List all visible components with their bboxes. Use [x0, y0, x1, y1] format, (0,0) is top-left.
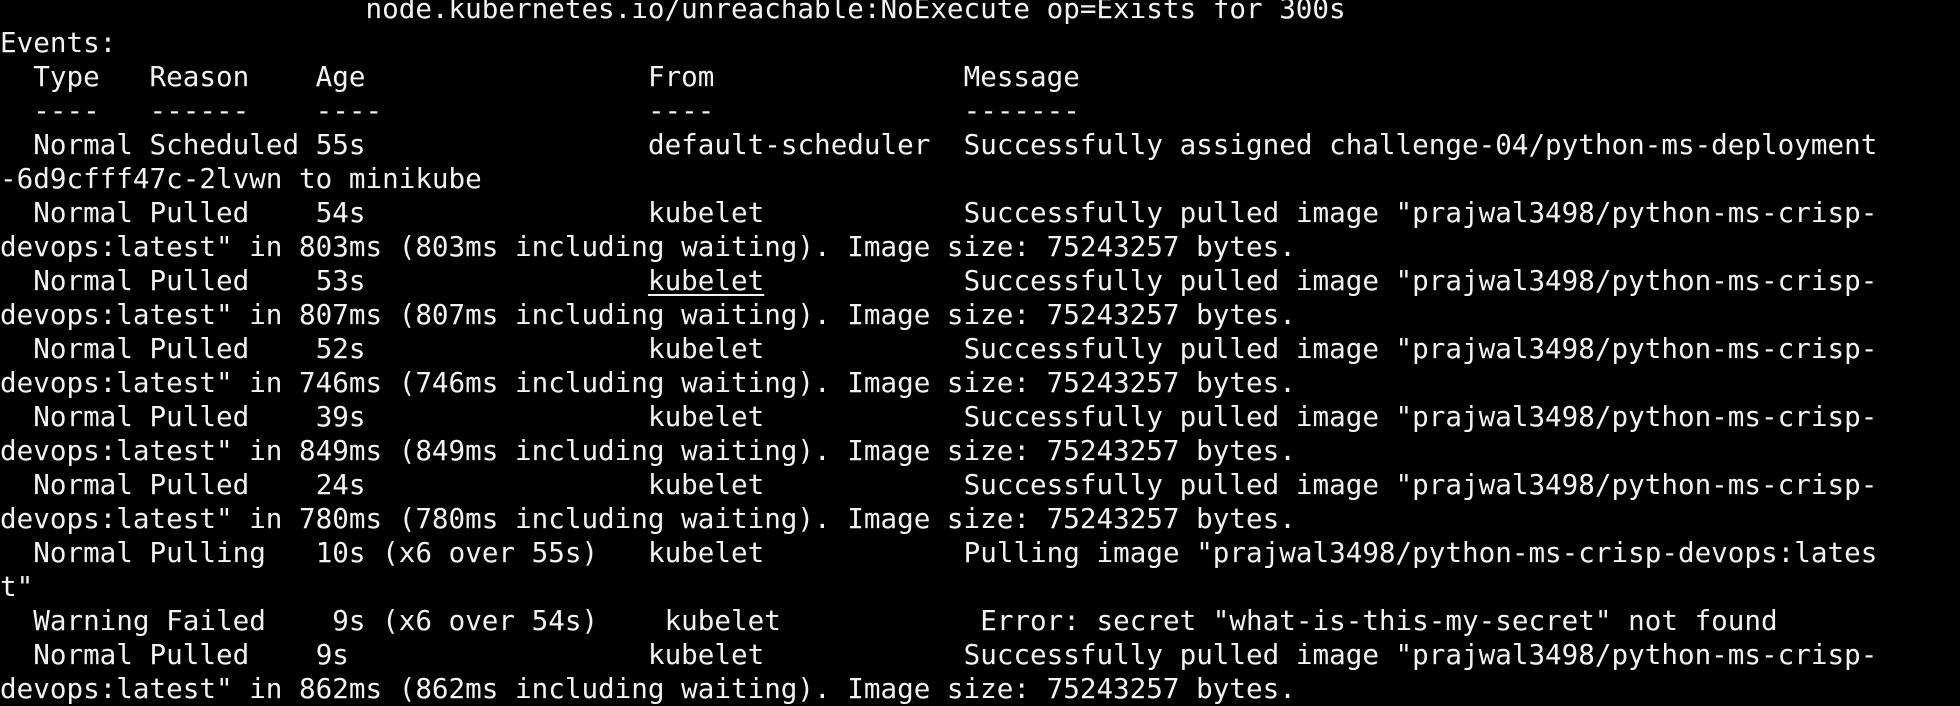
events-heading: Events:: [0, 26, 1960, 60]
event-message: Successfully pulled image "prajwal3498/p…: [963, 196, 1878, 229]
event-message: Successfully pulled image "prajwal3498/p…: [963, 468, 1878, 501]
event-type: Normal: [33, 400, 133, 433]
event-age: 24s: [315, 468, 366, 501]
event-message-continued: devops:latest" in 849ms (849ms including…: [0, 434, 1296, 467]
event-message-continued: devops:latest" in 803ms (803ms including…: [0, 230, 1296, 263]
event-type: Normal: [33, 264, 133, 297]
event-from: default-scheduler: [647, 128, 931, 161]
event-type: Warning: [33, 604, 150, 637]
event-reason: Pulled: [149, 332, 250, 365]
event-type: Normal: [33, 638, 133, 671]
event-reason: Pulled: [149, 400, 250, 433]
event-from: kubelet: [647, 638, 765, 671]
event-reason: Pulled: [149, 638, 250, 671]
event-reason: Failed: [166, 604, 266, 637]
event-age: 53s: [315, 264, 366, 297]
event-reason: Pulled: [149, 264, 250, 297]
event-row: Normal Pulled 24s kubelet Successfully p…: [0, 468, 1960, 502]
event-reason: Pulled: [149, 196, 250, 229]
event-row: Normal Pulled 53s kubelet Successfully p…: [0, 264, 1960, 298]
toleration-line: node.kubernetes.io/unreachable:NoExecute…: [0, 0, 1960, 26]
event-message-continued: t": [0, 570, 34, 603]
event-age: 9s (x6 over 54s): [332, 604, 599, 637]
event-message: Successfully pulled image "prajwal3498/p…: [963, 264, 1878, 297]
event-reason: Scheduled: [149, 128, 300, 161]
event-row-wrap: -6d9cfff47c-2lvwn to minikube: [0, 162, 1960, 196]
event-row-wrap: devops:latest" in 862ms (862ms including…: [0, 672, 1960, 706]
event-age: 10s (x6 over 55s): [315, 536, 599, 569]
events-header-message: Message: [963, 60, 1080, 93]
events-separator-message: -------: [963, 94, 1080, 127]
events-separator-age: ----: [315, 94, 383, 127]
event-row: Normal Scheduled 55s default-scheduler S…: [0, 128, 1960, 162]
event-age: 52s: [315, 332, 366, 365]
terminal-output[interactable]: node.kubernetes.io/unreachable:NoExecute…: [0, 0, 1960, 706]
event-message: Successfully assigned challenge-04/pytho…: [963, 128, 1878, 161]
event-row: Normal Pulling 10s (x6 over 55s) kubelet…: [0, 536, 1960, 570]
events-label: Events:: [0, 26, 117, 59]
event-row: Normal Pulled 9s kubelet Successfully pu…: [0, 638, 1960, 672]
event-message: Successfully pulled image "prajwal3498/p…: [963, 400, 1878, 433]
event-age: 55s: [315, 128, 366, 161]
event-from: kubelet: [647, 332, 765, 365]
event-message-continued: -6d9cfff47c-2lvwn to minikube: [0, 162, 482, 195]
event-message: Pulling image "prajwal3498/python-ms-cri…: [963, 536, 1878, 569]
event-from: kubelet: [647, 468, 765, 501]
events-header-from: From: [647, 60, 715, 93]
event-type: Normal: [33, 468, 133, 501]
event-message: Successfully pulled image "prajwal3498/p…: [963, 332, 1878, 365]
events-separator-reason: ------: [149, 94, 250, 127]
toleration-text: node.kubernetes.io/unreachable:NoExecute…: [0, 0, 1346, 25]
events-header-age: Age: [315, 60, 366, 93]
event-message-continued: devops:latest" in 780ms (780ms including…: [0, 502, 1296, 535]
events-header-reason: Reason: [149, 60, 250, 93]
event-row-wrap: t": [0, 570, 1960, 604]
event-row: Warning Failed 9s (x6 over 54s) kubelet …: [0, 604, 1960, 638]
event-row-wrap: devops:latest" in 803ms (803ms including…: [0, 230, 1960, 264]
event-row-wrap: devops:latest" in 849ms (849ms including…: [0, 434, 1960, 468]
events-header: Type Reason Age From Message: [0, 60, 1960, 94]
event-type: Normal: [33, 128, 133, 161]
event-row-wrap: devops:latest" in 746ms (746ms including…: [0, 366, 1960, 400]
event-type: Normal: [33, 536, 133, 569]
event-row-wrap: devops:latest" in 780ms (780ms including…: [0, 502, 1960, 536]
event-row: Normal Pulled 54s kubelet Successfully p…: [0, 196, 1960, 230]
events-separator-from: ----: [647, 94, 715, 127]
event-message-continued: devops:latest" in 862ms (862ms including…: [0, 672, 1296, 705]
event-message-continued: devops:latest" in 746ms (746ms including…: [0, 366, 1296, 399]
event-age: 39s: [315, 400, 366, 433]
event-message-continued: devops:latest" in 807ms (807ms including…: [0, 298, 1296, 331]
event-from: kubelet: [664, 604, 781, 637]
event-reason: Pulled: [149, 468, 250, 501]
event-message: Error: secret "what-is-this-my-secret" n…: [980, 604, 1778, 637]
event-row: Normal Pulled 39s kubelet Successfully p…: [0, 400, 1960, 434]
event-row-wrap: devops:latest" in 807ms (807ms including…: [0, 298, 1960, 332]
event-from: kubelet: [647, 536, 765, 569]
event-row: Normal Pulled 52s kubelet Successfully p…: [0, 332, 1960, 366]
event-reason: Pulling: [149, 536, 266, 569]
event-type: Normal: [33, 196, 133, 229]
event-message: Successfully pulled image "prajwal3498/p…: [963, 638, 1878, 671]
events-header-type: Type: [33, 60, 100, 93]
events-separator-type: ----: [33, 94, 100, 127]
event-type: Normal: [33, 332, 133, 365]
event-from: kubelet: [647, 264, 765, 297]
event-from: kubelet: [647, 196, 765, 229]
event-from: kubelet: [647, 400, 765, 433]
event-age: 54s: [315, 196, 366, 229]
events-separator: ---- ------ ---- ---- -------: [0, 94, 1960, 128]
event-age: 9s: [315, 638, 349, 671]
